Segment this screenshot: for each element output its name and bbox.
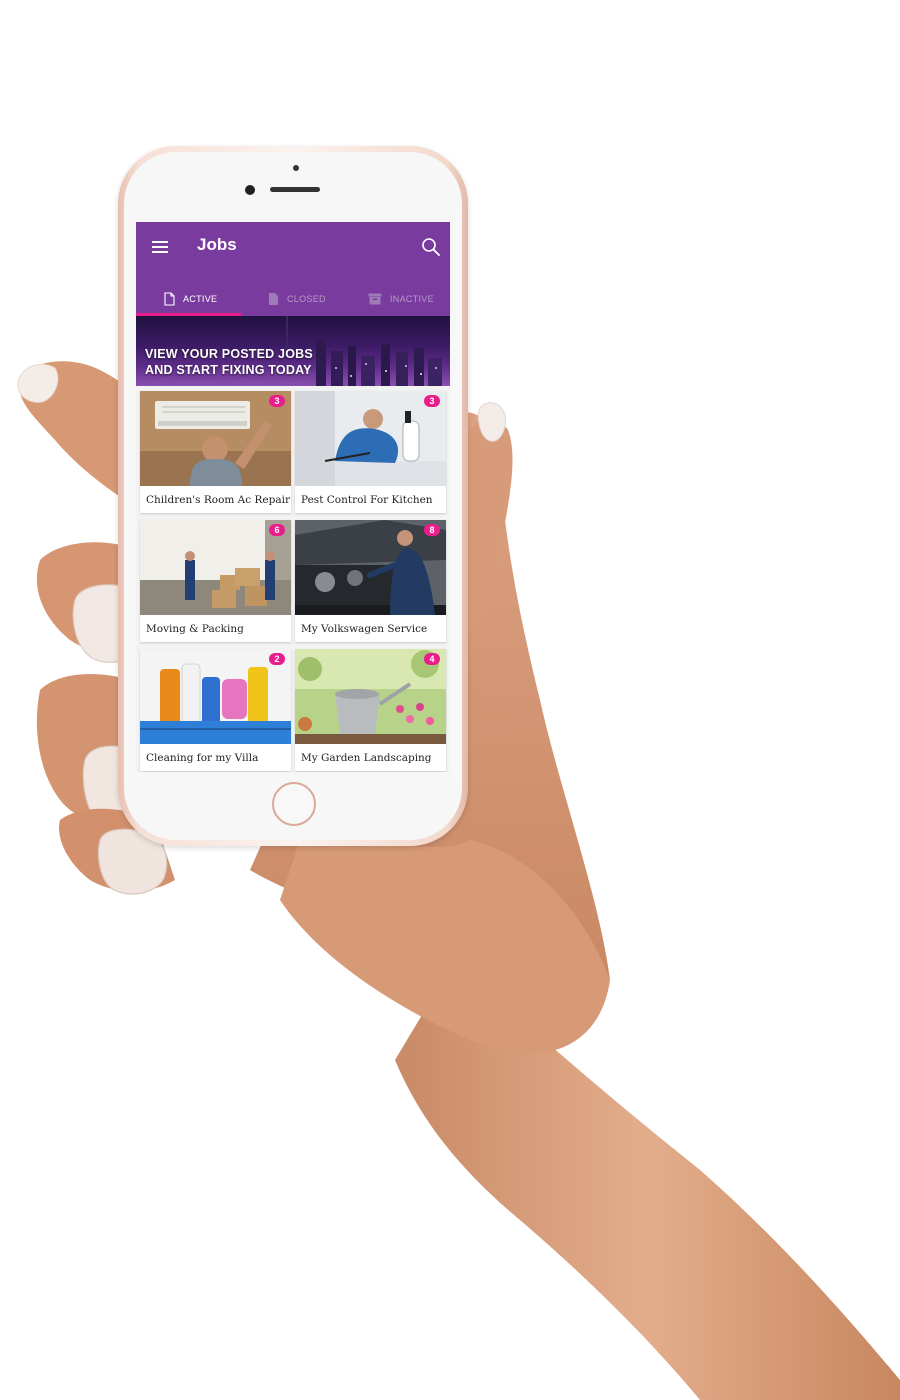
archive-icon [368,293,382,305]
count-badge: 2 [269,653,285,665]
job-title: My Garden Landscaping [301,752,432,764]
app-screen: Jobs ACTIVE CLOSED INACTIVE VIEW YOUR PO… [136,222,450,772]
document-filled-icon [269,293,278,305]
cleaning-photo [140,649,291,744]
tab-active[interactable]: ACTIVE [164,282,217,316]
job-card[interactable]: 4 My Garden Landscaping [295,649,446,771]
stage: Jobs ACTIVE CLOSED INACTIVE VIEW YOUR PO… [0,0,900,1400]
count-badge: 8 [424,524,440,536]
proximity-sensor [293,165,299,171]
job-title: Children's Room Ac Repair [146,494,290,506]
tab-label: ACTIVE [183,294,218,304]
page-title: Jobs [197,235,237,254]
promo-banner[interactable]: VIEW YOUR POSTED JOBS AND START FIXING T… [136,316,450,386]
count-badge: 3 [424,395,440,407]
app-bar: Jobs ACTIVE CLOSED INACTIVE [136,222,450,316]
tab-closed[interactable]: CLOSED [268,282,326,316]
document-icon [164,292,175,306]
count-badge: 3 [269,395,285,407]
job-title: Pest Control For Kitchen [301,494,433,506]
job-title: Moving & Packing [146,623,244,635]
job-card[interactable]: 3 Pest Control For Kitchen [295,391,446,513]
job-title: My Volkswagen Service [301,623,428,635]
search-icon[interactable] [421,237,441,257]
job-card[interactable]: 6 Moving & Packing [140,520,291,642]
banner-headline: VIEW YOUR POSTED JOBS AND START FIXING T… [145,347,313,377]
car-service-photo [295,520,446,615]
front-camera [245,185,255,195]
jobs-grid: 3 Children's Room Ac Repair 3 Pest Contr… [140,391,448,772]
tab-inactive[interactable]: INACTIVE [368,282,434,316]
count-badge: 4 [424,653,440,665]
job-card[interactable]: 3 Children's Room Ac Repair [140,391,291,513]
ac-repair-photo [140,391,291,486]
pest-control-photo [295,391,446,486]
job-title: Cleaning for my Villa [146,752,259,764]
home-button[interactable] [272,782,316,826]
job-card[interactable]: 2 Cleaning for my Villa [140,649,291,771]
hamburger-menu-icon[interactable] [152,241,168,253]
garden-photo [295,649,446,744]
tab-label: CLOSED [287,294,326,304]
job-card[interactable]: 8 My Volkswagen Service [295,520,446,642]
tab-bar: ACTIVE CLOSED INACTIVE [136,282,450,316]
tab-label: INACTIVE [390,294,434,304]
earpiece-speaker [270,187,320,192]
moving-photo [140,520,291,615]
count-badge: 6 [269,524,285,536]
